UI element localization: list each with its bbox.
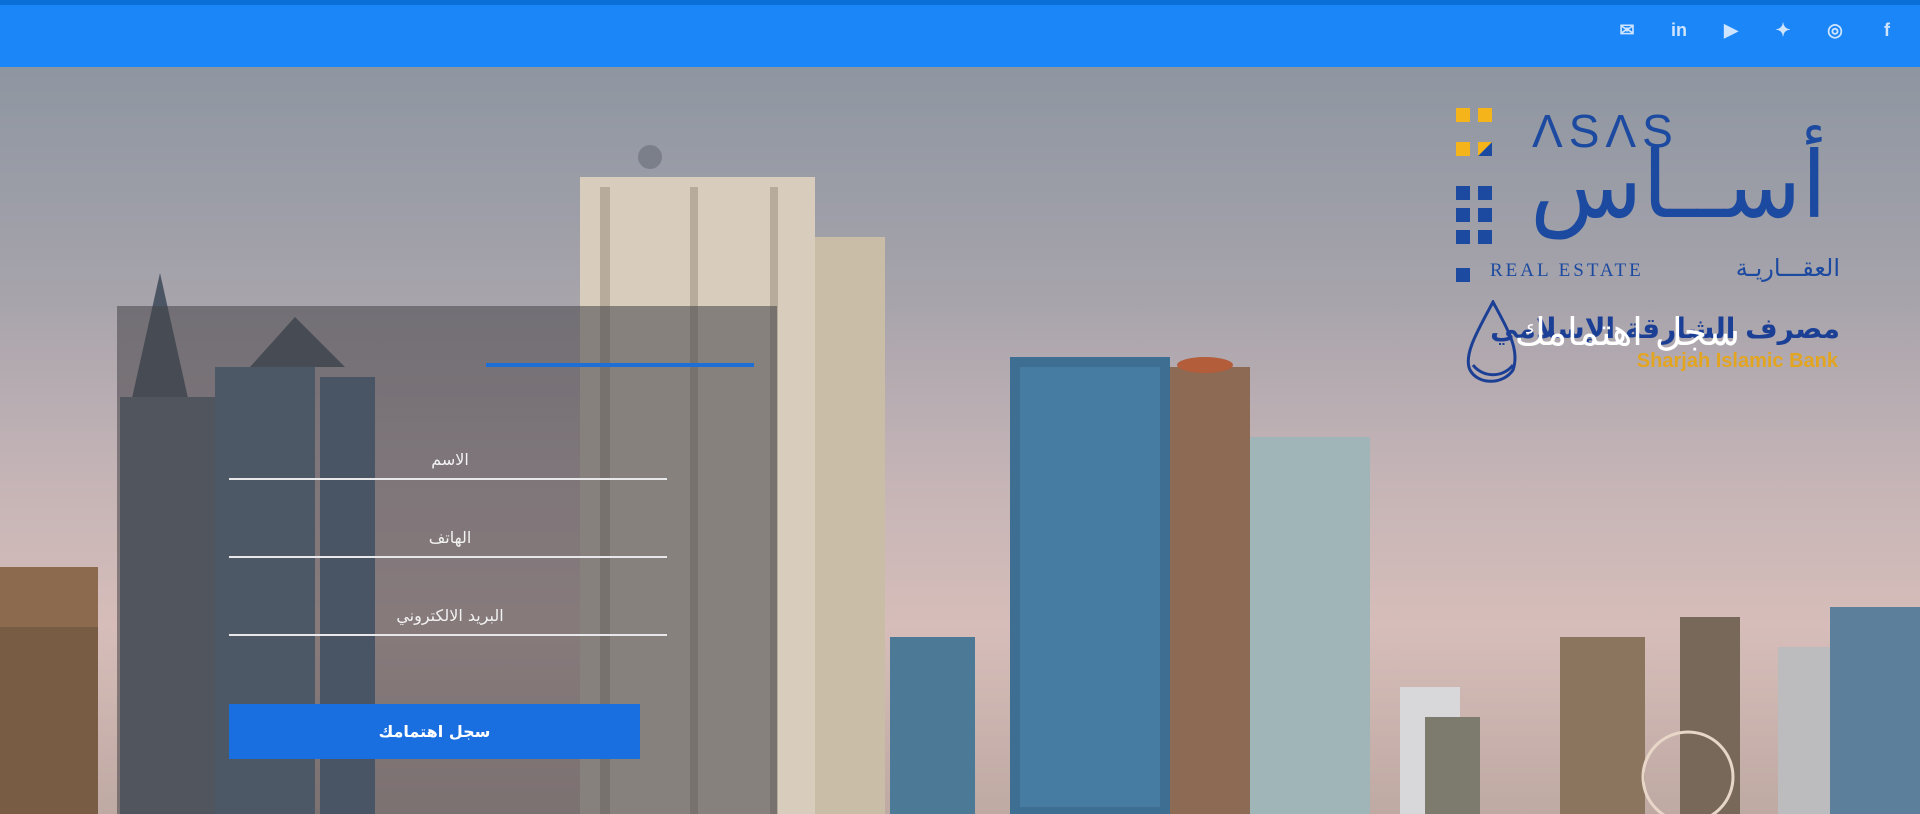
asas-logo: ΛSΛS أســاس REAL ESTATE العقـــاريـة مصر… xyxy=(1450,100,1850,400)
register-interest-button[interactable]: سجل اهتمامك xyxy=(229,704,640,759)
form-title: سجل اهتمامك xyxy=(1514,310,1740,354)
asas-arabic-text: أســاس xyxy=(1530,132,1827,239)
top-bar: ✉ in ▶ ✦ ◎ f xyxy=(0,0,1920,67)
real-estate-text: REAL ESTATE xyxy=(1490,260,1644,281)
linkedin-icon[interactable]: in xyxy=(1668,19,1690,41)
title-underline xyxy=(486,363,754,367)
instagram-icon[interactable]: ◎ xyxy=(1824,19,1846,41)
twitter-icon[interactable]: ✦ xyxy=(1772,19,1794,41)
real-estate-arabic-text: العقـــاريـة xyxy=(1735,254,1840,282)
facebook-icon[interactable]: f xyxy=(1876,19,1898,41)
mail-icon[interactable]: ✉ xyxy=(1616,19,1638,41)
email-input[interactable] xyxy=(229,594,671,636)
name-field xyxy=(229,438,671,480)
phone-field xyxy=(229,516,671,558)
social-links: ✉ in ▶ ✦ ◎ f xyxy=(1616,19,1898,41)
name-input[interactable] xyxy=(229,438,671,480)
youtube-icon[interactable]: ▶ xyxy=(1720,19,1742,41)
email-field xyxy=(229,594,671,636)
phone-input[interactable] xyxy=(229,516,671,558)
